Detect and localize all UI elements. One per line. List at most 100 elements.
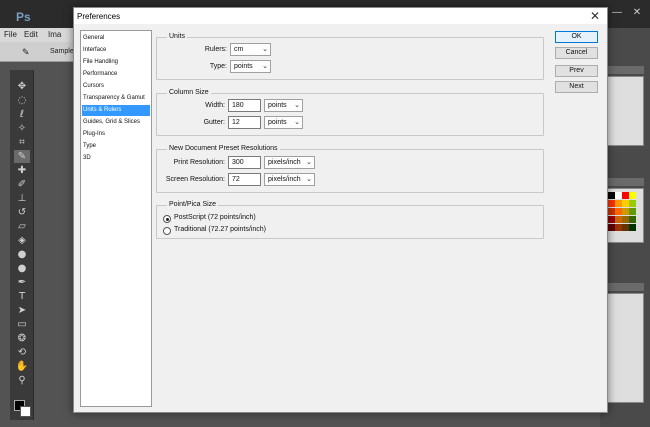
background-color-swatch[interactable] [20,406,31,417]
preset-resolutions-group: New Document Preset Resolutions Print Re… [156,145,544,193]
print-resolution-label: Print Resolution: [173,159,225,166]
screen-resolution-input[interactable]: 72 [228,173,261,186]
menu-edit[interactable]: Edit [24,30,38,39]
column-width-unit-value: points [268,102,287,109]
dialog-title: Preferences [77,12,121,21]
nav-item-transparency-gamut[interactable]: Transparency & Gamut [82,93,150,104]
eyedropper-tool-icon[interactable]: ✎ [14,150,30,163]
menu-file[interactable]: File [4,30,17,39]
3d-rotate-tool-icon[interactable]: ❂ [14,332,30,345]
quick-select-tool-icon[interactable]: ✧ [14,122,30,135]
ps-menubar: File Edit Ima [0,28,80,42]
hand-tool-icon[interactable]: ✋ [14,360,30,373]
sample-label: Sample [50,48,74,55]
zoom-tool-icon[interactable]: ⚲ [14,374,30,387]
chevron-down-icon: ⌄ [262,46,268,53]
units-group-title: Units [167,33,187,40]
lasso-tool-icon[interactable]: ℓ [14,108,30,121]
column-size-group: Column Size Width: 180 points ⌄ Gutter: … [156,89,544,136]
screen-resolution-unit-select[interactable]: pixels/inch ⌄ [264,173,315,186]
shape-tool-icon[interactable]: ▭ [14,318,30,331]
gutter-input[interactable]: 12 [228,116,261,129]
stamp-tool-icon[interactable]: ⊥ [14,192,30,205]
3d-orbit-tool-icon[interactable]: ⟲ [14,346,30,359]
rulers-unit-select[interactable]: cm ⌄ [230,43,271,56]
radio-unselected-icon[interactable] [163,227,171,235]
healing-tool-icon[interactable]: ✚ [14,164,30,177]
ps-options-bar: ✎ Sample [0,42,80,62]
gutter-label: Gutter: [203,119,225,126]
chevron-down-icon: ⌄ [294,102,300,109]
brush-tool-icon[interactable]: ✐ [14,178,30,191]
history-brush-icon[interactable]: ↺ [14,206,30,219]
gutter-unit-value: points [268,119,287,126]
ps-window-buttons: — ✕ [610,6,650,22]
gutter-unit-select[interactable]: points ⌄ [264,116,303,129]
nav-item-units-rulers[interactable]: Units & Rulers [82,105,150,116]
ps-toolbar: ✥ ◌ ℓ ✧ ⌗ ✎ ✚ ✐ ⊥ ↺ ▱ ◈ ● ● ✒ T ➤ ▭ ❂ ⟲ … [10,70,34,420]
nav-item-type[interactable]: Type [82,141,150,152]
units-group: Units Rulers: cm ⌄ Type: points ⌄ [156,33,544,80]
nav-item-performance[interactable]: Performance [82,69,150,80]
nav-item-general[interactable]: General [82,33,150,44]
print-resolution-unit-value: pixels/inch [268,159,301,166]
postscript-radio-option[interactable]: PostScript (72 points/inch) [163,214,363,224]
width-label: Width: [205,102,225,109]
traditional-radio-option[interactable]: Traditional (72.27 points/inch) [163,226,363,236]
marquee-tool-icon[interactable]: ◌ [14,94,30,107]
dialog-titlebar: Preferences ✕ [74,8,607,24]
type-unit-value: points [234,63,253,70]
print-resolution-unit-select[interactable]: pixels/inch ⌄ [264,156,315,169]
cancel-button[interactable]: Cancel [555,47,598,59]
close-icon[interactable]: ✕ [588,9,602,23]
chevron-down-icon: ⌄ [306,176,312,183]
type-label: Type: [209,63,227,70]
chevron-down-icon: ⌄ [306,159,312,166]
next-button[interactable]: Next [555,81,598,93]
column-size-group-title: Column Size [167,89,211,96]
rulers-label: Rulers: [204,46,227,53]
histogram-panel [606,76,644,146]
ps-logo: Ps [16,10,31,24]
type-tool-icon[interactable]: T [14,290,30,303]
column-width-input[interactable]: 180 [228,99,261,112]
rulers-unit-value: cm [234,46,244,53]
brushes-panel [606,293,644,403]
blur-tool-icon[interactable]: ● [14,248,30,261]
close-icon[interactable]: ✕ [630,6,644,20]
ok-button[interactable]: OK [555,31,598,43]
traditional-radio-label: Traditional (72.27 points/inch) [174,226,266,233]
path-select-tool-icon[interactable]: ➤ [14,304,30,317]
eraser-tool-icon[interactable]: ▱ [14,220,30,233]
nav-item-file-handling[interactable]: File Handling [82,57,150,68]
preferences-dialog: Preferences ✕ General Interface File Han… [73,7,608,413]
menu-image[interactable]: Ima [48,30,61,39]
minimize-icon[interactable]: — [610,6,624,20]
column-width-unit-select[interactable]: points ⌄ [264,99,303,112]
move-tool-icon[interactable]: ✥ [14,80,30,93]
postscript-radio-label: PostScript (72 points/inch) [174,214,256,221]
chevron-down-icon: ⌄ [294,119,300,126]
print-resolution-input[interactable]: 300 [228,156,261,169]
panel-header [606,178,644,186]
chevron-down-icon: ⌄ [262,63,268,70]
point-pica-group-title: Point/Pica Size [167,201,219,208]
screen-resolution-unit-value: pixels/inch [268,176,301,183]
screen-resolution-label: Screen Resolution: [165,176,225,183]
nav-item-cursors[interactable]: Cursors [82,81,150,92]
preferences-category-list: General Interface File Handling Performa… [80,30,152,407]
nav-item-interface[interactable]: Interface [82,45,150,56]
bucket-tool-icon[interactable]: ◈ [14,234,30,247]
crop-tool-icon[interactable]: ⌗ [14,136,30,149]
nav-item-plug-ins[interactable]: Plug-Ins [82,129,150,140]
nav-item-3d[interactable]: 3D [82,153,150,164]
eyedropper-icon[interactable]: ✎ [22,47,34,57]
nav-item-guides-grid-slices[interactable]: Guides, Grid & Slices [82,117,150,128]
dodge-tool-icon[interactable]: ● [14,262,30,275]
dialog-body: General Interface File Handling Performa… [74,24,607,412]
radio-selected-icon[interactable] [163,215,171,223]
prev-button[interactable]: Prev [555,65,598,77]
type-unit-select[interactable]: points ⌄ [230,60,271,73]
pen-tool-icon[interactable]: ✒ [14,276,30,289]
panel-header [606,283,644,291]
